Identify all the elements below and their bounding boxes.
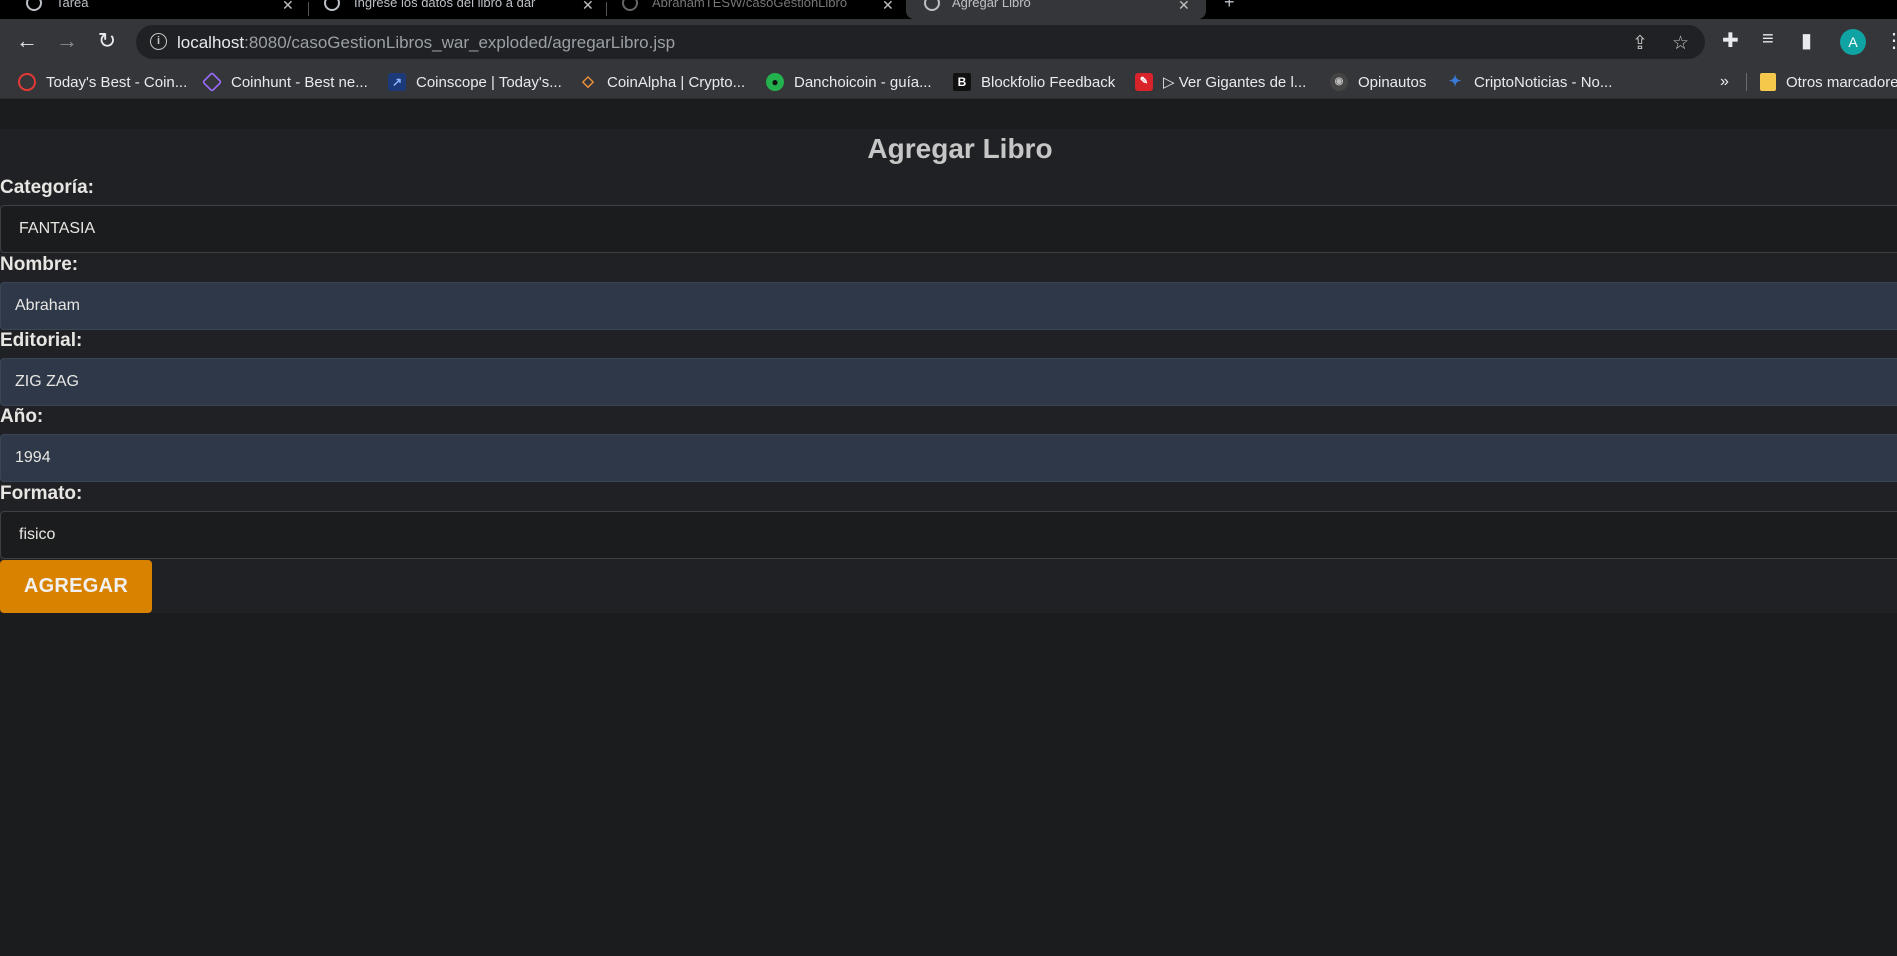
target-icon <box>18 73 36 91</box>
media-queue-icon[interactable]: ≡ <box>1762 28 1774 51</box>
tab-title: Ingrese los datos del libro a dar <box>354 0 536 10</box>
bookmark-label: Blockfolio Feedback <box>981 73 1116 91</box>
anio-input[interactable]: 1994 <box>0 434 1897 482</box>
tab-title: Tarea <box>56 0 89 10</box>
tab-ingrese-datos[interactable]: Ingrese los datos del libro a dar ✕ <box>310 0 604 19</box>
tab-strip: Tarea ✕ Ingrese los datos del libro a da… <box>0 0 1897 19</box>
editorial-label: Editorial: <box>0 330 83 351</box>
bookmark-item[interactable]: B Blockfolio Feedback <box>953 72 1115 92</box>
close-tab-icon[interactable]: ✕ <box>582 0 594 14</box>
globe-icon <box>924 0 940 11</box>
comic-icon: ✎ <box>1135 73 1153 91</box>
coin-icon: ● <box>766 73 784 91</box>
profile-avatar[interactable]: A <box>1840 29 1866 55</box>
url-host: localhost <box>177 33 245 52</box>
scope-icon: ↗ <box>388 73 406 91</box>
bookmark-label: ▷ Ver Gigantes de l... <box>1163 74 1307 91</box>
other-bookmarks[interactable]: Otros marcadores <box>1760 72 1897 92</box>
agregar-button[interactable]: AGREGAR <box>0 560 152 613</box>
page-content: Agregar Libro Categoría: FANTASIA Nombre… <box>0 100 1897 956</box>
bookmarks-bar: Today's Best - Coin... Coinhunt - Best n… <box>0 64 1897 99</box>
extensions-puzzle-icon[interactable]: ✚ <box>1722 28 1739 53</box>
tab-github-repo[interactable]: AbrahamTESW/casoGestionLibro ✕ <box>608 0 902 19</box>
folder-icon <box>1760 73 1776 91</box>
page-title: Agregar Libro <box>867 133 1053 164</box>
tab-title: Agregar Libro <box>952 0 1031 10</box>
site-info-icon[interactable]: i <box>150 33 167 50</box>
categoria-label: Categoría: <box>0 177 94 198</box>
github-icon <box>622 0 638 11</box>
side-panel-icon[interactable]: ▮ <box>1801 28 1812 53</box>
bookmark-item[interactable]: Today's Best - Coin... <box>18 72 187 92</box>
bookmark-label: Opinautos <box>1358 73 1427 91</box>
bookmark-item[interactable]: ✎ ▷ Ver Gigantes de l... <box>1135 72 1306 92</box>
car-icon: ◉ <box>1330 73 1348 91</box>
tab-agregar-libro[interactable]: Agregar Libro ✕ <box>906 0 1206 19</box>
categoria-select[interactable]: FANTASIA <box>0 205 1897 253</box>
close-tab-icon[interactable]: ✕ <box>1178 0 1190 14</box>
close-tab-icon[interactable]: ✕ <box>282 0 294 14</box>
tab-title: AbrahamTESW/casoGestionLibro <box>652 0 848 10</box>
bookmark-label: Danchoicoin - guía... <box>794 73 932 91</box>
bookmark-item[interactable]: ◇ CoinAlpha | Crypto... <box>579 72 745 92</box>
globe-icon <box>26 0 42 11</box>
nombre-value: Abraham <box>15 297 80 314</box>
formato-label: Formato: <box>0 483 83 504</box>
browser-toolbar: ← → ↻ i localhost:8080/casoGestionLibros… <box>0 19 1897 64</box>
star-icon[interactable]: ☆ <box>1672 32 1689 55</box>
menu-kebab-icon[interactable]: ⋮ <box>1884 28 1897 53</box>
new-tab-button[interactable]: + <box>1222 0 1246 19</box>
b-icon: B <box>953 73 971 91</box>
formato-select[interactable]: fisico <box>0 511 1897 559</box>
tab-tarea[interactable]: Tarea ✕ <box>14 0 304 19</box>
other-bookmarks-label: Otros marcadores <box>1786 73 1897 91</box>
bookmark-label: Coinscope | Today's... <box>416 73 562 91</box>
back-arrow-icon[interactable]: ← <box>15 30 39 54</box>
forward-arrow-icon[interactable]: → <box>55 30 79 54</box>
alpha-icon: ◇ <box>582 73 594 90</box>
bookmark-label: Today's Best - Coin... <box>46 73 188 91</box>
bookmark-label: CoinAlpha | Crypto... <box>607 73 746 91</box>
bookmarks-overflow-chevron-icon[interactable]: » <box>1720 72 1729 92</box>
formato-value: fisico <box>19 526 56 543</box>
bookmark-label: Coinhunt - Best ne... <box>231 73 368 91</box>
address-bar[interactable]: i localhost:8080/casoGestionLibros_war_e… <box>136 25 1705 59</box>
reload-icon[interactable]: ↻ <box>95 30 119 54</box>
crypto-icon: ✦ <box>1448 73 1462 90</box>
close-tab-icon[interactable]: ✕ <box>882 0 894 14</box>
url-path: :8080/casoGestionLibros_war_exploded/agr… <box>244 33 676 52</box>
bookmark-label: CriptoNoticias - No... <box>1474 73 1613 91</box>
bookmark-item[interactable]: ↗ Coinscope | Today's... <box>388 72 562 92</box>
bookmark-item[interactable]: ● Danchoicoin - guía... <box>766 72 932 92</box>
nombre-input[interactable]: Abraham <box>0 282 1897 330</box>
plus-icon: + <box>1224 0 1235 12</box>
diamond-icon <box>201 71 223 93</box>
anio-value: 1994 <box>15 449 51 466</box>
bookmark-item[interactable]: ✦ CriptoNoticias - No... <box>1446 72 1613 92</box>
nombre-label: Nombre: <box>0 254 79 275</box>
categoria-value: FANTASIA <box>19 220 96 237</box>
editorial-input[interactable]: ZIG ZAG <box>0 358 1897 406</box>
anio-label: Año: <box>0 406 44 427</box>
add-book-form: Agregar Libro Categoría: FANTASIA Nombre… <box>0 129 1897 613</box>
globe-icon <box>324 0 340 11</box>
editorial-value: ZIG ZAG <box>15 373 79 390</box>
url-text[interactable]: localhost:8080/casoGestionLibros_war_exp… <box>177 33 675 53</box>
bookmark-item[interactable]: ◉ Opinautos <box>1330 72 1426 92</box>
bookmark-item[interactable]: Coinhunt - Best ne... <box>201 71 368 93</box>
share-icon[interactable]: ⇪ <box>1632 32 1648 55</box>
